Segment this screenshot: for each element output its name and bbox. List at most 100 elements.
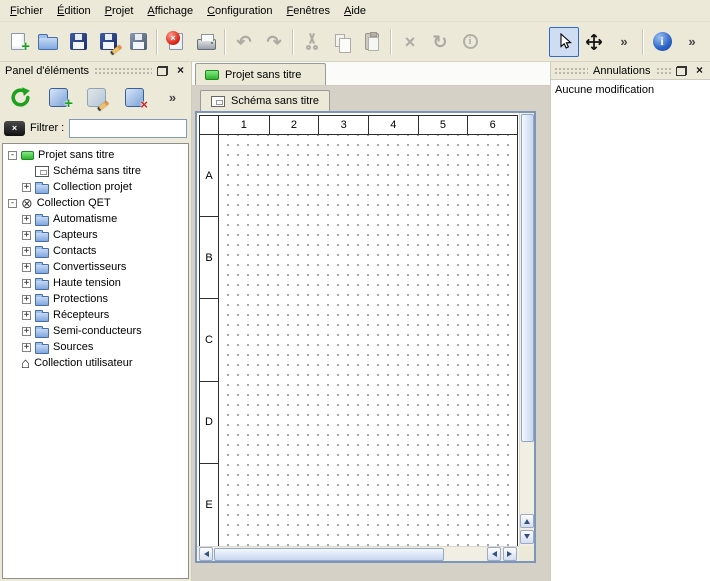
float-panel-button[interactable] <box>674 64 689 78</box>
menu-affichage[interactable]: Affichage <box>140 2 200 20</box>
tree-item-label: Capteurs <box>53 229 98 241</box>
tree-item-collection-qet[interactable]: - Collection QET <box>3 195 188 211</box>
element-info-button[interactable]: i <box>455 27 485 57</box>
undo-empty-text: Aucune modification <box>555 84 706 96</box>
chevron-double-right-icon: » <box>620 35 627 48</box>
tree-item-contacts[interactable]: + Contacts <box>3 243 188 259</box>
delete-element-button[interactable] <box>121 84 148 111</box>
ruler-corner <box>200 116 219 135</box>
element-box-icon <box>125 88 144 107</box>
scroll-right-button[interactable] <box>503 547 517 561</box>
expand-expander-icon[interactable]: + <box>22 295 31 304</box>
toolbar-separator <box>292 29 294 55</box>
reload-collections-button[interactable] <box>7 84 34 111</box>
expand-expander-icon[interactable]: + <box>22 343 31 352</box>
row-label: A <box>200 135 218 217</box>
close-panel-button[interactable] <box>173 64 188 78</box>
cut-button[interactable] <box>297 27 327 57</box>
undo-panel-titlebar[interactable]: Annulations <box>551 62 710 79</box>
expand-expander-icon[interactable]: + <box>22 311 31 320</box>
window-overflow-button[interactable]: » <box>677 27 707 57</box>
tree-item-schema[interactable]: Schéma sans titre <box>3 163 188 179</box>
close-panel-button[interactable] <box>692 64 707 78</box>
save-button[interactable] <box>63 27 93 57</box>
panel-title: Panel d'éléments <box>3 65 91 77</box>
vertical-scroll-thumb[interactable] <box>521 114 534 442</box>
redo-button[interactable]: ↷ <box>259 27 289 57</box>
tab-label: Schéma sans titre <box>231 95 319 107</box>
move-arrows-icon <box>585 33 603 51</box>
project-window: Schéma sans titre 1 2 3 4 5 6 <box>192 86 550 581</box>
folder-icon <box>35 312 49 322</box>
schema-view: 1 2 3 4 5 6 A B C D E <box>195 111 536 563</box>
tree-item-protections[interactable]: + Protections <box>3 291 188 307</box>
tree-item-projet[interactable]: - Projet sans titre <box>3 147 188 163</box>
scroll-left-button-2[interactable] <box>487 547 501 561</box>
panel-toolbar-overflow-button[interactable]: » <box>159 84 186 111</box>
tree-item-semi-conducteurs[interactable]: + Semi-conducteurs <box>3 323 188 339</box>
tree-item-collection-projet[interactable]: + Collection projet <box>3 179 188 195</box>
menu-projet[interactable]: Projet <box>98 2 141 20</box>
dock-grip <box>94 66 152 75</box>
filter-input[interactable] <box>69 119 187 138</box>
float-panel-button[interactable] <box>155 64 170 78</box>
menu-fenetres[interactable]: Fenêtres <box>280 2 337 20</box>
horizontal-scroll-thumb[interactable] <box>214 548 444 561</box>
pan-mode-button[interactable] <box>579 27 609 57</box>
expand-expander-icon[interactable]: + <box>22 183 31 192</box>
collapse-expander-icon[interactable]: - <box>8 199 17 208</box>
collapse-expander-icon[interactable]: - <box>8 151 17 160</box>
tree-item-recepteurs[interactable]: + Récepteurs <box>3 307 188 323</box>
tab-schema-sans-titre[interactable]: Schéma sans titre <box>200 90 330 111</box>
tree-item-label: Automatisme <box>53 213 117 225</box>
copy-button[interactable] <box>327 27 357 57</box>
clear-filter-button[interactable] <box>4 121 25 136</box>
open-folder-icon <box>38 37 58 50</box>
tree-item-haute-tension[interactable]: + Haute tension <box>3 275 188 291</box>
menu-aide[interactable]: Aide <box>337 2 373 20</box>
about-qet-button[interactable]: i <box>647 27 677 57</box>
column-label: 2 <box>269 116 319 134</box>
folder-icon <box>35 184 49 194</box>
tab-projet-sans-titre[interactable]: Projet sans titre <box>195 63 326 85</box>
new-element-button[interactable] <box>45 84 72 111</box>
save-all-button[interactable] <box>123 27 153 57</box>
scroll-left-button[interactable] <box>199 547 213 561</box>
tree-item-label: Collection utilisateur <box>34 357 132 369</box>
menu-edition[interactable]: Édition <box>50 2 98 20</box>
tree-item-sources[interactable]: + Sources <box>3 339 188 355</box>
edit-element-button[interactable] <box>83 84 110 111</box>
menu-fichier[interactable]: Fichier <box>3 2 50 20</box>
save-as-button[interactable] <box>93 27 123 57</box>
undo-panel: Annulations Aucune modification <box>550 62 710 581</box>
tree-item-capteurs[interactable]: + Capteurs <box>3 227 188 243</box>
rotate-button[interactable]: ↻ <box>425 27 455 57</box>
expand-expander-icon[interactable]: + <box>22 279 31 288</box>
expand-expander-icon[interactable]: + <box>22 263 31 272</box>
paste-button[interactable] <box>357 27 387 57</box>
expand-expander-icon[interactable]: + <box>22 247 31 256</box>
open-file-button[interactable] <box>33 27 63 57</box>
delete-button[interactable]: × <box>395 27 425 57</box>
close-icon <box>696 64 703 77</box>
expand-expander-icon[interactable]: + <box>22 215 31 224</box>
expand-expander-icon[interactable]: + <box>22 327 31 336</box>
tree-item-collection-utilisateur[interactable]: Collection utilisateur <box>3 355 188 371</box>
close-file-button[interactable] <box>161 27 191 57</box>
scroll-down-button[interactable] <box>520 530 534 544</box>
float-icon <box>676 66 687 76</box>
floppy-all-icon <box>130 33 147 50</box>
scroll-up-button[interactable] <box>520 514 534 528</box>
tree-item-convertisseurs[interactable]: + Convertisseurs <box>3 259 188 275</box>
tree-item-label: Sources <box>53 341 93 353</box>
new-file-button[interactable] <box>3 27 33 57</box>
toolbar-overflow-button[interactable]: » <box>609 27 639 57</box>
expand-expander-icon[interactable]: + <box>22 231 31 240</box>
elements-panel-titlebar[interactable]: Panel d'éléments <box>0 62 191 79</box>
undo-button[interactable]: ↶ <box>229 27 259 57</box>
tree-item-automatisme[interactable]: + Automatisme <box>3 211 188 227</box>
drawing-canvas[interactable] <box>219 135 517 546</box>
menu-configuration[interactable]: Configuration <box>200 2 279 20</box>
print-button[interactable] <box>191 27 221 57</box>
select-mode-button[interactable] <box>549 27 579 57</box>
